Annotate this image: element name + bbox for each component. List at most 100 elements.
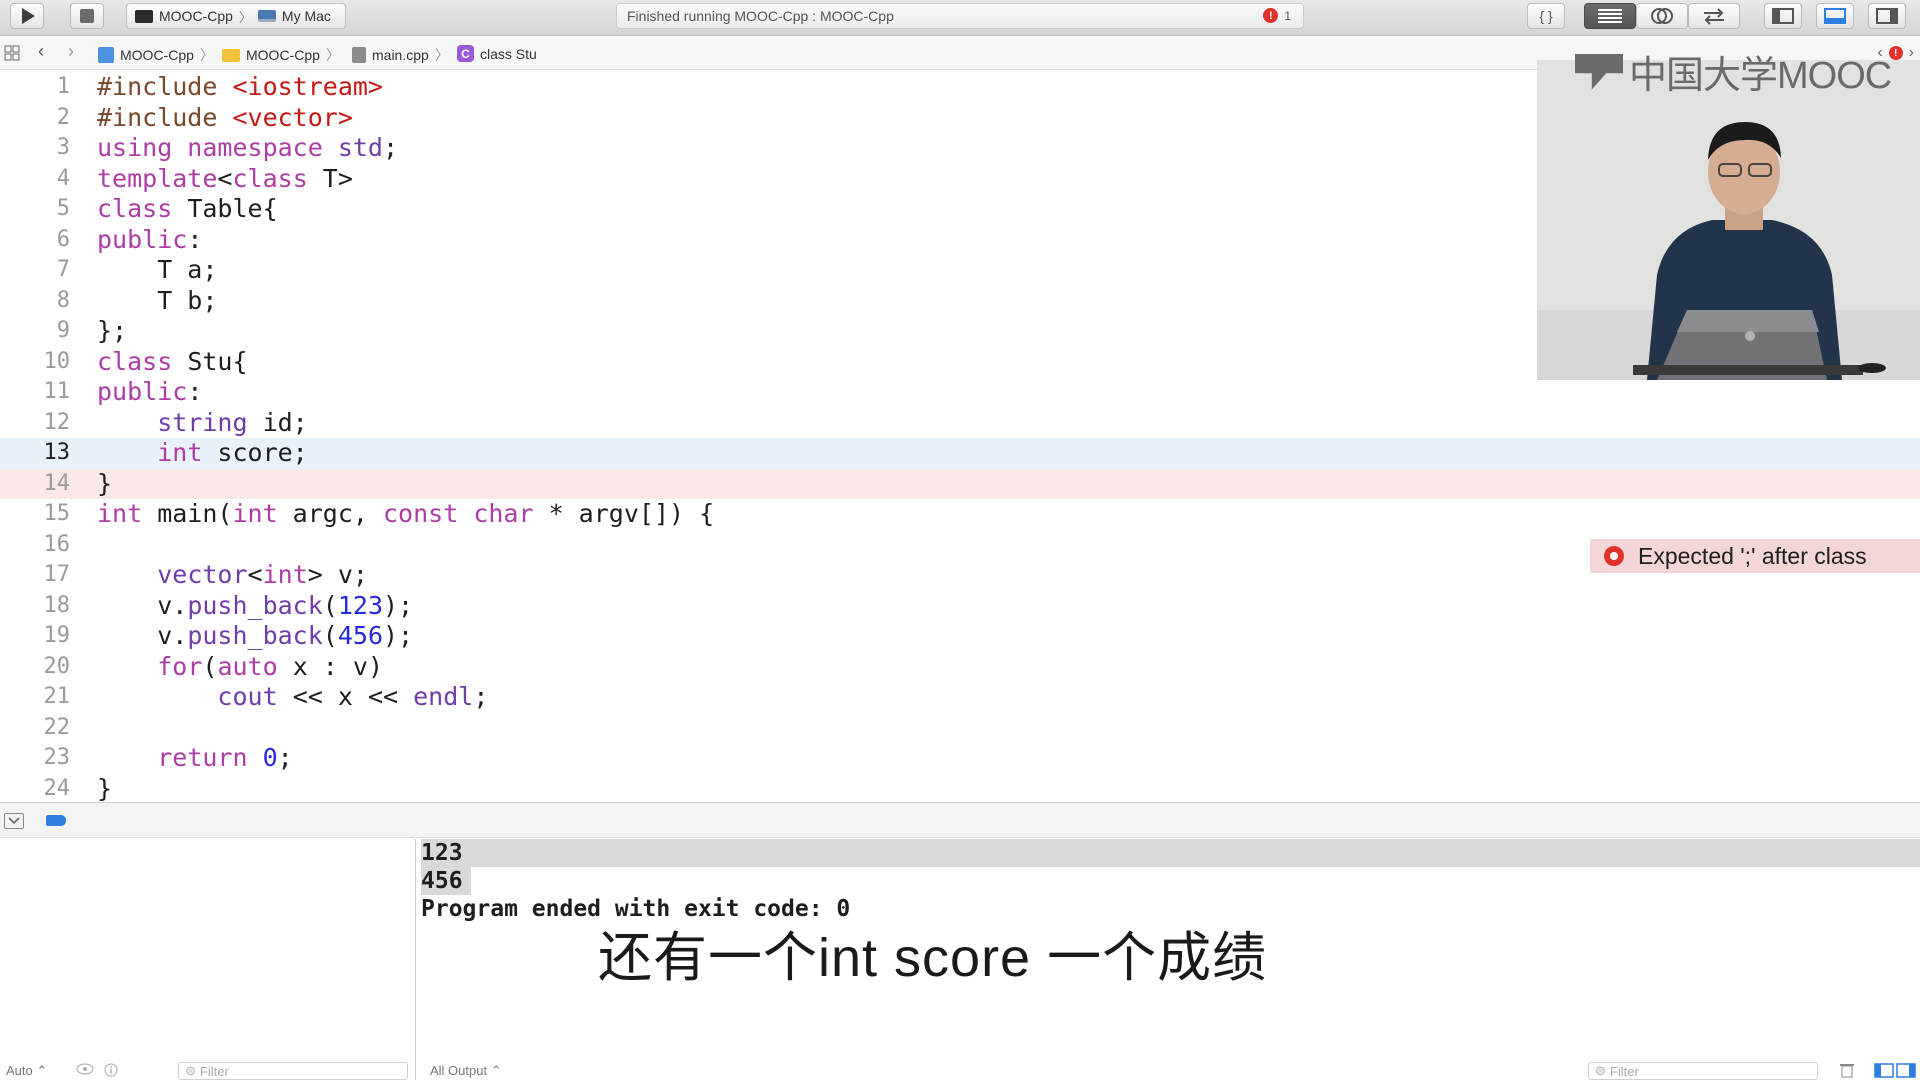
filter-placeholder: Filter [1609,1063,1639,1079]
breadcrumb-file-label: main.cpp [372,47,429,63]
output-selector[interactable]: All Output ⌃ [430,1063,502,1079]
code-text: cout << x << endl; [217,682,489,711]
code-line[interactable]: 23 return 0; [0,743,1920,774]
current-code-line[interactable]: 13 int score; [0,438,1920,469]
code-line[interactable]: 20 for(auto x : v) [0,652,1920,683]
console-line: 123 [421,839,1920,867]
error-code-line[interactable]: 14} [0,468,1920,499]
scheme-selector[interactable]: MOOC-Cpp 〉 My Mac [126,3,346,29]
left-panel-icon [1772,8,1794,24]
breadcrumb-symbol-label: class Stu [480,45,537,62]
variables-filter-input[interactable]: ⊜ Filter [178,1062,408,1080]
line-number: 10 [43,348,71,374]
assistant-editor-button[interactable] [1636,3,1688,29]
issue-navigator[interactable]: ‹ ! › [1877,44,1914,62]
line-number: 11 [43,379,71,404]
forward-arrow-icon[interactable]: › [68,41,74,62]
line-number: 9 [56,318,70,343]
watermark-text: 中国大学MOOC [1629,55,1892,97]
code-line[interactable]: 12 string id; [0,408,1920,439]
line-number: 1 [56,74,70,99]
inline-issue-message[interactable]: Expected ';' after class [1590,539,1920,573]
related-items-icon[interactable] [4,45,20,61]
line-number: 15 [43,501,71,526]
standard-editor-button[interactable] [1584,3,1636,29]
error-icon [1604,546,1624,566]
code-line[interactable]: 18 v.push_back(123); [0,591,1920,622]
issue-count[interactable]: ! 1 [1263,8,1291,23]
run-button[interactable] [10,3,44,29]
info-icon[interactable] [104,1063,118,1077]
utilities-toggle-button[interactable] [1868,3,1906,29]
play-icon [22,8,35,24]
error-icon: ! [1888,46,1903,60]
trash-icon[interactable] [1840,1063,1854,1078]
hide-debug-area-icon[interactable] [4,813,24,829]
breadcrumb-file[interactable]: main.cpp 〉 [352,45,449,65]
mooc-logo-icon [1575,53,1623,90]
lecturer-figure [1537,60,1920,380]
code-text: } [97,468,113,498]
code-text: return 0; [157,743,293,772]
project-icon [98,47,114,63]
code-text: template<class T> [97,163,353,193]
breadcrumb-project[interactable]: MOOC-Cpp 〉 [98,45,214,65]
cpp-file-icon [352,47,366,63]
line-number: 5 [56,196,70,221]
line-number: 21 [43,684,71,709]
code-text: #include <vector> [97,102,353,132]
issue-text: Expected ';' after class [1638,542,1867,569]
lines-icon [1598,9,1622,23]
stop-button[interactable] [70,3,104,29]
code-text: using namespace std; [97,133,399,162]
variables-scope-selector[interactable]: Auto ⌃ [6,1063,47,1079]
line-number: 19 [43,623,71,648]
right-panel-icon [1876,8,1898,24]
version-editor-button[interactable] [1688,3,1740,29]
code-snippet-button[interactable]: { } [1527,3,1565,29]
line-number: 6 [56,226,70,252]
variables-view [0,839,416,1080]
code-text: T a; [97,255,218,284]
chevron-right-icon: 〉 [199,47,214,63]
console-filter-input[interactable]: ⊜ Filter [1588,1062,1818,1080]
line-number: 23 [43,745,71,770]
code-text: v.push_back(456); [97,621,414,650]
code-text: vector<int> v; [157,560,368,589]
code-line[interactable]: 19 v.push_back(456); [0,621,1920,652]
line-number: 14 [43,470,71,496]
navigator-toggle-button[interactable] [1764,3,1802,29]
rings-icon [1651,8,1673,24]
chevron-right-icon: 〉 [325,47,340,63]
bottom-panel-icon [1824,8,1846,24]
code-line[interactable]: 11 public: [0,377,1920,408]
eye-icon[interactable] [76,1063,94,1075]
previous-issue-icon[interactable]: ‹ [1877,44,1882,62]
debug-area-toggle-button[interactable] [1816,3,1854,29]
mac-icon [257,10,276,22]
breakpoints-toggle-icon[interactable] [46,815,66,826]
back-arrow-icon[interactable]: ‹ [38,41,44,62]
code-text: class Stu{ [97,346,248,376]
activity-viewer: Finished running MOOC-Cpp : MOOC-Cpp ! 1 [616,3,1304,29]
code-text: #include <iostream> [97,72,383,101]
braces-icon: { } [1539,8,1553,24]
code-line[interactable]: 24} [0,774,1920,803]
code-line[interactable]: 21 cout << x << endl; [0,682,1920,713]
next-issue-icon[interactable]: › [1909,44,1914,62]
video-subtitle: 还有一个int score 一个成绩 [598,928,1268,988]
destination-name: My Mac [281,8,331,24]
line-number: 24 [43,775,71,801]
code-text: } [97,773,113,803]
code-line[interactable]: 15 int main(int argc, const char * argv[]… [0,499,1920,530]
breadcrumb-folder[interactable]: MOOC-Cpp 〉 [222,45,340,65]
code-text: public: [97,224,203,254]
line-number: 8 [56,287,70,313]
breadcrumb-symbol[interactable]: C class Stu [457,45,537,62]
code-line[interactable]: 22 [0,713,1920,744]
line-number: 18 [43,592,71,618]
lecturer-video [1537,60,1920,380]
code-text: T b; [97,285,218,315]
split-view-icon[interactable] [1874,1063,1916,1078]
code-text: int score; [157,438,308,467]
